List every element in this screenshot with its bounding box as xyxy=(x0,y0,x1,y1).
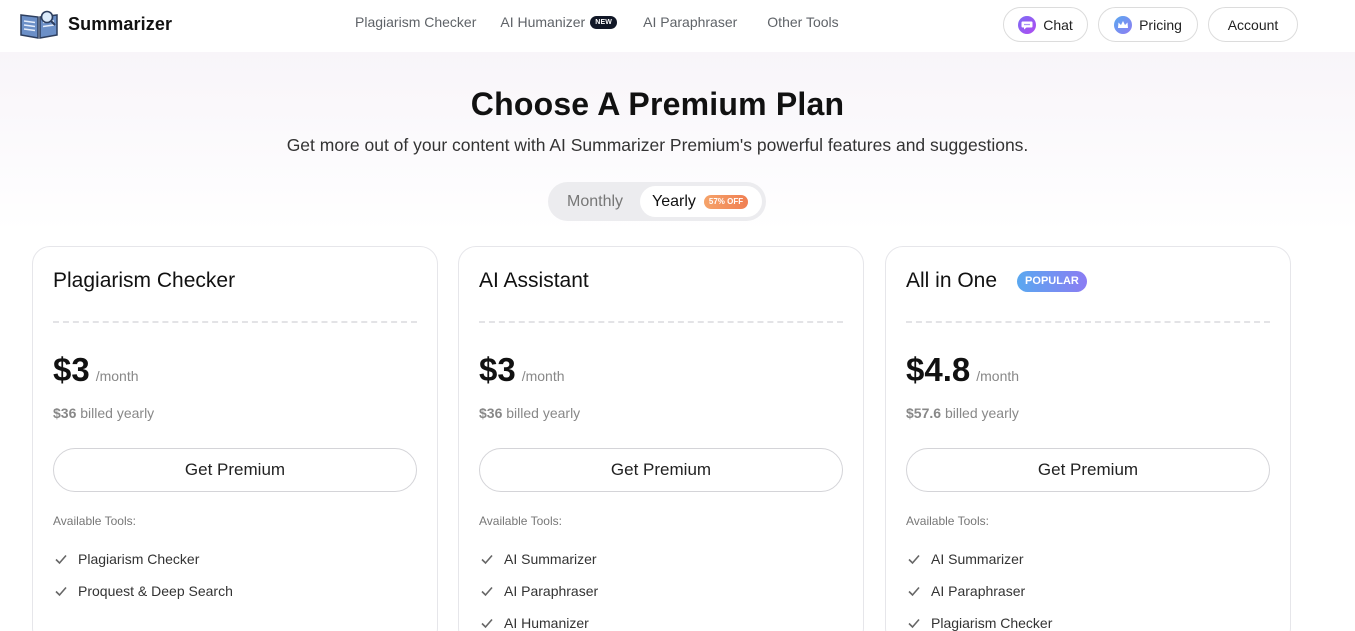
chat-label: Chat xyxy=(1043,16,1073,33)
tool-name: AI Paraphraser xyxy=(931,583,1026,599)
price-row: $3 /month xyxy=(479,351,565,389)
get-premium-button[interactable]: Get Premium xyxy=(479,448,843,492)
available-tools-label: Available Tools: xyxy=(906,514,989,528)
nav-label: AI Paraphraser xyxy=(643,14,738,30)
available-tools-label: Available Tools: xyxy=(53,514,136,528)
popular-badge: POPULAR xyxy=(1017,270,1087,292)
plan-title: All in One POPULAR xyxy=(906,269,1087,293)
top-navbar: Summarizer Plagiarism Checker AI Humaniz… xyxy=(0,0,1355,52)
plan-name: Plagiarism Checker xyxy=(53,269,236,292)
check-icon xyxy=(908,618,920,629)
page-title: Choose A Premium Plan xyxy=(470,86,845,122)
toggle-monthly[interactable]: Monthly xyxy=(567,182,623,221)
price-period: /month xyxy=(976,368,1020,384)
card-divider xyxy=(906,321,1270,323)
new-badge: NEW xyxy=(590,15,618,29)
plan-title: Plagiarism Checker xyxy=(53,269,235,293)
billed-text: billed yearly xyxy=(80,405,155,421)
tool-name: AI Summarizer xyxy=(504,551,597,567)
tool-name: Plagiarism Checker xyxy=(78,551,200,567)
check-icon xyxy=(908,586,920,597)
plan-card-all-in-one: All in One POPULAR $4.8 /month $57.6 bil… xyxy=(885,246,1291,631)
tool-list: AI Summarizer AI Paraphraser Plagiarism … xyxy=(906,543,1052,631)
tool-list: Plagiarism Checker Proquest & Deep Searc… xyxy=(53,543,233,607)
list-item: Proquest & Deep Search xyxy=(53,575,233,607)
billed-amount: $36 xyxy=(53,405,77,421)
check-icon xyxy=(481,618,493,629)
list-item: Plagiarism Checker xyxy=(53,543,233,575)
card-divider xyxy=(479,321,843,323)
pricing-label: Pricing xyxy=(1139,16,1182,33)
billed-amount: $36 xyxy=(479,405,503,421)
page-subtitle: Get more out of your content with AI Sum… xyxy=(286,135,1029,155)
billed-yearly: $57.6 billed yearly xyxy=(906,405,1019,421)
tool-name: Proquest & Deep Search xyxy=(78,583,233,599)
nav-other-tools[interactable]: Other Tools xyxy=(767,14,838,30)
billed-yearly: $36 billed yearly xyxy=(53,405,154,421)
plan-card-plagiarism-checker: Plagiarism Checker $3 /month $36 billed … xyxy=(32,246,438,631)
price-row: $4.8 /month xyxy=(906,351,1019,389)
list-item: Plagiarism Checker xyxy=(906,607,1052,631)
list-item: AI Summarizer xyxy=(906,543,1052,575)
tool-list: AI Summarizer AI Paraphraser AI Humanize… xyxy=(479,543,598,631)
billed-text: billed yearly xyxy=(506,405,581,421)
list-item: AI Paraphraser xyxy=(906,575,1052,607)
chat-bubble-icon xyxy=(1018,15,1037,34)
list-item: AI Summarizer xyxy=(479,543,598,575)
check-icon xyxy=(481,586,493,597)
book-magnifier-icon xyxy=(20,10,58,39)
account-label: Account xyxy=(1227,16,1279,33)
billed-text: billed yearly xyxy=(944,405,1019,421)
brand[interactable]: Summarizer xyxy=(18,8,172,40)
nav-plagiarism-checker[interactable]: Plagiarism Checker xyxy=(355,14,476,30)
toggle-yearly-label: Yearly xyxy=(652,192,696,210)
plan-card-ai-assistant: AI Assistant $3 /month $36 billed yearly… xyxy=(458,246,864,631)
plan-price: $4.8 xyxy=(906,351,971,388)
nav-label: Other Tools xyxy=(767,14,839,30)
price-row: $3 /month xyxy=(53,351,139,389)
discount-badge: 57% OFF xyxy=(703,194,749,209)
list-item: AI Humanizer xyxy=(479,607,598,631)
list-item: AI Paraphraser xyxy=(479,575,598,607)
main-nav: Plagiarism Checker AI Humanizer NEW AI P… xyxy=(355,0,863,44)
pricing-button[interactable]: Pricing xyxy=(1098,7,1198,42)
tool-name: AI Summarizer xyxy=(931,551,1024,567)
chat-button[interactable]: Chat xyxy=(1003,7,1088,42)
get-premium-button[interactable]: Get Premium xyxy=(906,448,1270,492)
plan-title: AI Assistant xyxy=(479,269,589,293)
check-icon xyxy=(908,554,920,565)
plan-price: $3 xyxy=(479,351,516,388)
check-icon xyxy=(55,586,67,597)
card-divider xyxy=(53,321,417,323)
billed-yearly: $36 billed yearly xyxy=(479,405,580,421)
toggle-yearly[interactable]: Yearly 57% OFF xyxy=(640,186,762,217)
tool-name: AI Paraphraser xyxy=(504,583,599,599)
tool-name: Plagiarism Checker xyxy=(931,615,1053,631)
plan-name: AI Assistant xyxy=(479,269,589,292)
price-period: /month xyxy=(521,368,565,384)
price-period: /month xyxy=(95,368,139,384)
plan-price: $3 xyxy=(53,351,90,388)
get-premium-button[interactable]: Get Premium xyxy=(53,448,417,492)
check-icon xyxy=(481,554,493,565)
nav-ai-humanizer[interactable]: AI Humanizer NEW xyxy=(500,14,618,30)
plan-name: All in One xyxy=(906,269,998,292)
nav-ai-paraphraser[interactable]: AI Paraphraser xyxy=(643,14,737,30)
account-button[interactable]: Account xyxy=(1208,7,1298,42)
billed-amount: $57.6 xyxy=(906,405,942,421)
crown-icon xyxy=(1114,15,1133,34)
brand-name: Summarizer xyxy=(68,13,173,34)
available-tools-label: Available Tools: xyxy=(479,514,562,528)
nav-label: Plagiarism Checker xyxy=(355,14,477,30)
nav-label: AI Humanizer xyxy=(500,14,586,30)
billing-toggle: Monthly Yearly 57% OFF xyxy=(548,182,766,221)
check-icon xyxy=(55,554,67,565)
tool-name: AI Humanizer xyxy=(504,615,589,631)
